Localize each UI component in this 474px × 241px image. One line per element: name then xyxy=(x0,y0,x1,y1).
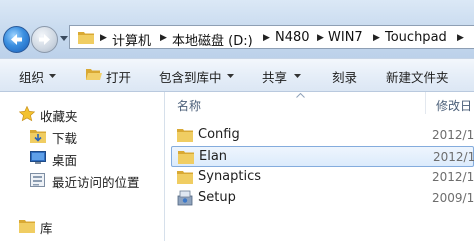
breadcrumb-separator-icon[interactable]: ▶ xyxy=(457,33,464,43)
nav-favorites-label: 收藏夹 xyxy=(40,109,78,124)
breadcrumb-separator-icon[interactable]: ▶ xyxy=(100,33,107,43)
chevron-down-icon xyxy=(49,74,56,78)
star-icon xyxy=(19,106,35,122)
breadcrumb-win7[interactable]: WIN7 xyxy=(328,30,363,45)
sidebar-item-recent-places[interactable]: 最近访问的位置 xyxy=(0,170,164,190)
breadcrumb-separator-icon[interactable]: ▶ xyxy=(317,33,324,43)
folder-icon xyxy=(178,151,194,164)
file-row-synaptics[interactable]: Synaptics 2012/1 xyxy=(171,167,474,188)
library-icon xyxy=(19,220,35,233)
file-list: 名称 修改日 Config 2012/1 Elan 2012/1 Synapti… xyxy=(165,92,474,241)
command-bar: 组织 打开 包含到库中 共享 刻录 新建文件夹 xyxy=(0,58,474,92)
column-header-name[interactable]: 名称 xyxy=(177,97,201,114)
file-row-setup[interactable]: Setup 2009/1 xyxy=(171,188,474,209)
sort-chevron-icon xyxy=(296,93,305,98)
file-date: 2009/1 xyxy=(432,191,474,205)
file-row-elan[interactable]: Elan 2012/1 xyxy=(171,146,474,167)
breadcrumb-separator-icon[interactable]: ▶ xyxy=(263,33,270,43)
forward-arrow-icon xyxy=(39,34,50,45)
download-folder-icon xyxy=(30,130,46,143)
address-field[interactable]: ▶ 计算机 ▶ 本地磁盘 (D:) ▶ N480 ▶ WIN7 ▶ Touchp… xyxy=(69,25,474,49)
breadcrumb-touchpad[interactable]: Touchpad xyxy=(385,30,447,45)
chevron-down-icon xyxy=(227,74,234,78)
column-divider[interactable] xyxy=(425,92,426,114)
new-folder-button[interactable]: 新建文件夹 xyxy=(386,67,449,86)
file-date: 2012/1 xyxy=(432,128,474,142)
burn-button[interactable]: 刻录 xyxy=(332,67,357,86)
folder-icon xyxy=(78,32,94,44)
open-button[interactable]: 打开 xyxy=(106,67,131,86)
file-date: 2012/1 xyxy=(433,150,474,164)
back-button[interactable] xyxy=(3,26,30,53)
file-name: Config xyxy=(198,127,240,142)
nav-libraries[interactable]: 库 xyxy=(0,216,164,236)
file-name: Elan xyxy=(199,149,228,164)
recent-places-icon xyxy=(30,173,45,187)
file-row-config[interactable]: Config 2012/1 xyxy=(171,125,474,146)
file-name: Setup xyxy=(198,190,236,205)
desktop-icon xyxy=(30,151,46,164)
forward-button[interactable] xyxy=(31,26,58,53)
setup-installer-icon xyxy=(177,190,193,206)
column-header-modified[interactable]: 修改日 xyxy=(436,97,472,114)
breadcrumb-drive-d[interactable]: 本地磁盘 (D:) xyxy=(172,30,253,49)
breadcrumb-n480[interactable]: N480 xyxy=(275,30,310,45)
nav-favorites[interactable]: 收藏夹 xyxy=(0,104,164,124)
include-in-library-button[interactable]: 包含到库中 xyxy=(159,67,222,86)
sidebar-item-downloads[interactable]: 下载 xyxy=(0,126,164,146)
sidebar-item-desktop[interactable]: 桌面 xyxy=(0,148,164,168)
nav-libraries-label: 库 xyxy=(40,221,53,236)
folder-icon xyxy=(177,129,193,142)
share-button[interactable]: 共享 xyxy=(262,67,287,86)
back-arrow-icon xyxy=(11,34,22,45)
breadcrumb-computer[interactable]: 计算机 xyxy=(112,30,151,49)
open-folder-icon xyxy=(86,69,102,80)
navigation-pane: 收藏夹 下载 桌面 最近访问的位置 库 xyxy=(0,92,164,241)
organize-button[interactable]: 组织 xyxy=(19,67,44,86)
address-bar-area: ▶ 计算机 ▶ 本地磁盘 (D:) ▶ N480 ▶ WIN7 ▶ Touchp… xyxy=(0,0,474,58)
sidebar-item-label: 最近访问的位置 xyxy=(52,175,140,190)
folder-icon xyxy=(177,171,193,184)
file-date: 2012/1 xyxy=(432,170,474,184)
breadcrumb-separator-icon[interactable]: ▶ xyxy=(160,33,167,43)
file-name: Synaptics xyxy=(198,169,262,184)
breadcrumb-separator-icon[interactable]: ▶ xyxy=(373,33,380,43)
recent-pages-dropdown-icon[interactable] xyxy=(60,36,68,42)
sidebar-item-label: 桌面 xyxy=(52,153,78,168)
chevron-down-icon xyxy=(294,74,301,78)
sidebar-item-label: 下载 xyxy=(52,131,78,146)
